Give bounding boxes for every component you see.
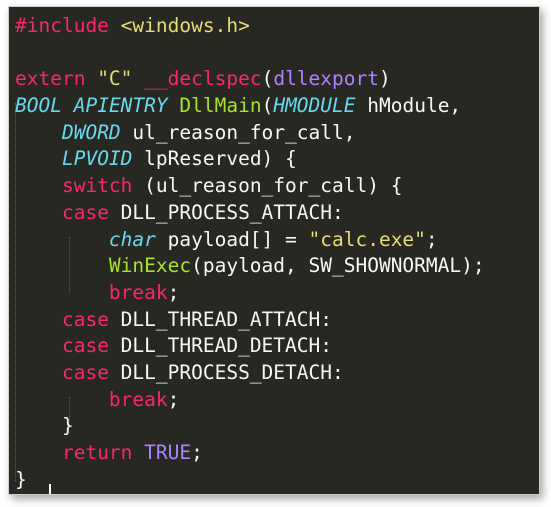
code-token-plain: (payload, SW_SHOWNORMAL); xyxy=(191,254,485,278)
code-line: DWORD ul_reason_for_call, xyxy=(15,120,485,147)
code-line: case DLL_PROCESS_DETACH: xyxy=(15,360,485,387)
code-token-plain: hModule, xyxy=(355,94,462,118)
code-editor-panel[interactable]: #include <windows.h> extern "C" __declsp… xyxy=(8,6,540,495)
code-token-type: DWORD xyxy=(61,120,121,144)
code-token-kw: __declspec xyxy=(144,67,262,91)
code-token-plain: DLL_PROCESS_ATTACH: xyxy=(108,200,344,224)
code-token-kw: break xyxy=(108,280,168,304)
code-token-type: APIENTRY xyxy=(73,94,168,118)
code-token-plain: DLL_THREAD_DETACH: xyxy=(108,334,332,358)
code-token-kw: case xyxy=(61,200,109,224)
code-line: switch (ul_reason_for_call) { xyxy=(15,173,485,200)
code-token-kw: break xyxy=(108,387,168,411)
code-line: } xyxy=(15,467,485,494)
code-token-preproc: #include xyxy=(15,14,121,37)
code-token-plain: (ul_reason_for_call) { xyxy=(132,174,403,198)
code-token-str: <windows.h> xyxy=(120,14,250,37)
source-code[interactable]: #include <windows.h> extern "C" __declsp… xyxy=(15,13,485,493)
code-line: char payload[] = "calc.exe"; xyxy=(15,227,485,254)
code-token-plain: payload[] = xyxy=(155,227,309,251)
code-token-type: char xyxy=(108,227,156,251)
code-token-plain: } xyxy=(15,414,74,438)
code-line: break; xyxy=(15,280,485,307)
code-token-kw: case xyxy=(61,307,109,331)
code-token-plain: ( xyxy=(261,94,274,118)
code-token-type: BOOL xyxy=(15,94,62,118)
code-token-plain: } xyxy=(15,467,27,491)
code-line: #include <windows.h> xyxy=(15,13,485,40)
code-token-plain: ; xyxy=(191,441,203,464)
code-line: case DLL_THREAD_DETACH: xyxy=(15,333,485,360)
code-token-plain: ) xyxy=(379,67,391,91)
code-token-func: DllMain xyxy=(179,94,262,118)
code-token-const: dllexport xyxy=(273,67,379,91)
code-token-kw: switch xyxy=(61,174,133,198)
code-token-plain: ul_reason_for_call, xyxy=(120,120,356,144)
code-line: LPVOID lpReserved) { xyxy=(15,146,485,173)
code-token-type: LPVOID xyxy=(61,147,133,171)
code-line: case DLL_PROCESS_ATTACH: xyxy=(15,200,485,227)
code-line: case DLL_THREAD_ATTACH: xyxy=(15,307,485,334)
code-token-str: "calc.exe" xyxy=(308,227,426,251)
code-token-func: WinExec xyxy=(108,254,192,278)
code-line: return TRUE; xyxy=(15,440,485,467)
code-token-plain: ; xyxy=(425,227,438,251)
code-token-kw: return xyxy=(61,441,133,464)
code-line: } xyxy=(15,413,485,440)
text-cursor xyxy=(49,484,51,494)
code-token-str: "C" xyxy=(97,67,133,91)
code-token-const: TRUE xyxy=(144,441,192,464)
code-token-plain: ; xyxy=(167,280,180,304)
code-token-plain: ( xyxy=(261,67,274,91)
code-line: extern "C" __declspec(dllexport) xyxy=(15,66,485,93)
code-line: WinExec(payload, SW_SHOWNORMAL); xyxy=(15,253,485,280)
code-token-plain: ; xyxy=(167,387,180,411)
code-token-plain: lpReserved) { xyxy=(132,147,297,171)
code-token-kw: extern xyxy=(15,67,98,91)
code-token-plain: DLL_PROCESS_DETACH: xyxy=(108,360,344,384)
code-line: break; xyxy=(15,387,485,414)
code-token-kw: case xyxy=(61,360,109,384)
code-line: BOOL APIENTRY DllMain(HMODULE hModule, xyxy=(15,93,485,120)
code-token-type: HMODULE xyxy=(273,94,356,118)
code-token-kw: case xyxy=(61,334,109,358)
code-token-plain: DLL_THREAD_ATTACH: xyxy=(108,307,332,331)
